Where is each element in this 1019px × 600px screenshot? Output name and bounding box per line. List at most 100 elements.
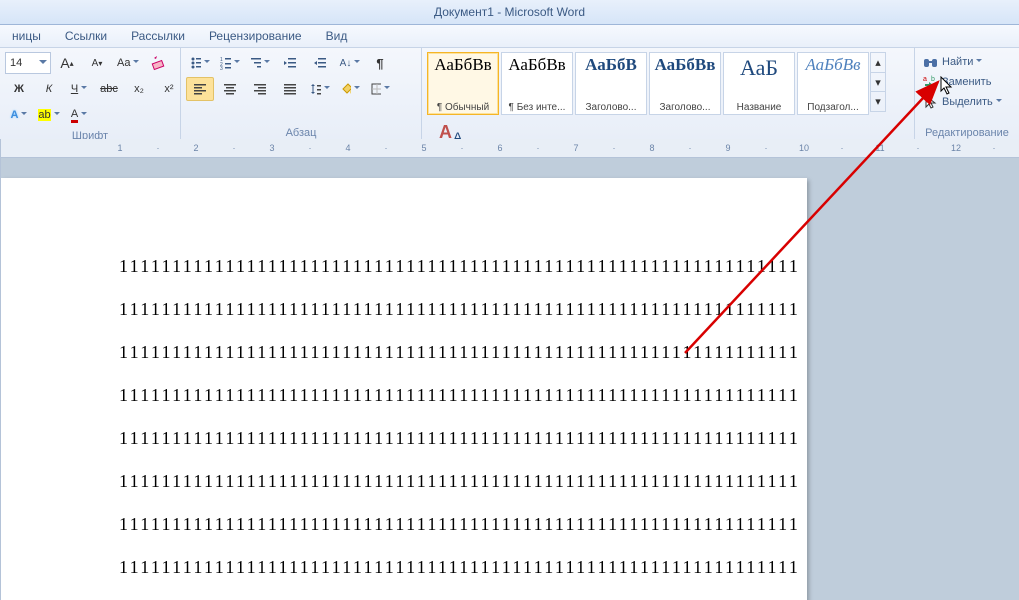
text-line[interactable]: 1111111111111111111111111111111111111111…: [119, 299, 712, 320]
styles-scroll-up[interactable]: ▴: [871, 53, 885, 72]
style-sample: АаБбВ: [585, 55, 637, 75]
style-0[interactable]: АаБбВв ¶ Обычный: [427, 52, 499, 115]
group-font: 14 A▴ A▾ Aa Ж К Ч abc x₂ x² A ab A: [0, 48, 181, 140]
numbering-button[interactable]: 123: [216, 51, 244, 75]
group-paragraph: 123 A↓ ¶ Абзац: [181, 48, 422, 140]
style-name: Подзагол...: [800, 102, 866, 113]
shading-button[interactable]: [336, 77, 364, 101]
italic-button[interactable]: К: [35, 77, 63, 101]
text-line[interactable]: 1111111111111111111111111111111111111111…: [119, 428, 712, 449]
style-name: ¶ Без инте...: [504, 102, 570, 113]
align-center-button[interactable]: [216, 77, 244, 101]
show-marks-button[interactable]: ¶: [366, 51, 394, 75]
style-name: Заголово...: [652, 102, 718, 113]
align-justify-icon: [283, 82, 297, 96]
document-workspace: 1·2·3·4·5·6·7·8·9·10·11·12·13·14·15·16·1…: [0, 139, 1019, 600]
group-styles: АаБбВв ¶ Обычный АаБбВв ¶ Без инте... АаБбВ З…: [422, 48, 915, 140]
superscript-button[interactable]: x²: [155, 77, 183, 101]
grow-font-button[interactable]: A▴: [53, 51, 81, 75]
text-line[interactable]: 1111111111111111111111111111111111111111…: [119, 385, 712, 406]
select-button[interactable]: Выделить: [919, 92, 1006, 112]
line-spacing-button[interactable]: [306, 77, 334, 101]
style-sample: АаБ: [740, 55, 778, 81]
bullets-icon: [190, 56, 201, 70]
tab-view[interactable]: Вид: [314, 29, 360, 43]
style-3[interactable]: АаБбВвЗаголово...: [649, 52, 721, 115]
page-scroll-area[interactable]: 1111111111111111111111111111111111111111…: [1, 158, 1019, 600]
numbering-icon: 123: [220, 56, 231, 70]
window-title: Документ1 - Microsoft Word: [0, 5, 1019, 19]
tab-review[interactable]: Рецензирование: [197, 29, 314, 43]
align-justify-button[interactable]: [276, 77, 304, 101]
style-sample: АаБбВв: [434, 55, 491, 75]
group-editing-label: Редактирование: [919, 125, 1015, 140]
change-case-button[interactable]: Aa: [113, 51, 143, 75]
text-line[interactable]: 1111111111111111111111111111111111111111…: [119, 256, 712, 277]
align-right-icon: [253, 82, 267, 96]
eraser-icon: [151, 55, 167, 71]
select-label: Выделить: [942, 96, 993, 108]
ribbon: 14 A▴ A▾ Aa Ж К Ч abc x₂ x² A ab A: [0, 48, 1019, 141]
style-2[interactable]: АаБбВ Заголово...: [575, 52, 647, 115]
bold-button[interactable]: Ж: [5, 77, 33, 101]
find-button[interactable]: Найти: [919, 52, 1006, 72]
style-sample: АаБбВв: [806, 55, 861, 75]
replace-icon: ab: [923, 74, 939, 90]
line-spacing-icon: [310, 82, 321, 96]
tab-references[interactable]: Ссылки: [53, 29, 119, 43]
style-1[interactable]: АаБбВв ¶ Без инте...: [501, 52, 573, 115]
styles-gallery[interactable]: АаБбВв ¶ Обычный АаБбВв ¶ Без инте... АаБбВ З…: [426, 50, 870, 115]
text-line[interactable]: 1111111111111111111111111111111111111111…: [119, 557, 712, 578]
styles-expand[interactable]: ▾: [871, 91, 885, 111]
style-name: ¶ Обычный: [430, 102, 496, 113]
indent-icon: [313, 56, 327, 70]
tab-page-layout-partial[interactable]: ницы: [0, 29, 53, 43]
shrink-font-button[interactable]: A▾: [83, 51, 111, 75]
style-4[interactable]: АаБ Название: [723, 52, 795, 115]
find-label: Найти: [942, 56, 973, 68]
group-editing: Найти ab Заменить Выделить Редактировани…: [915, 48, 1019, 140]
clear-formatting-button[interactable]: [145, 51, 173, 75]
text-line[interactable]: 1111111111111111111111111111111111111111…: [119, 342, 712, 363]
indent-decrease-button[interactable]: [276, 51, 304, 75]
document-page[interactable]: 1111111111111111111111111111111111111111…: [1, 178, 807, 600]
style-name: Заголово...: [578, 102, 644, 113]
style-name: Название: [726, 102, 792, 113]
binoculars-icon: [923, 54, 939, 70]
replace-label: Заменить: [942, 76, 991, 88]
group-paragraph-label: Абзац: [185, 125, 417, 140]
align-right-button[interactable]: [246, 77, 274, 101]
indent-increase-button[interactable]: [306, 51, 334, 75]
align-left-icon: [193, 82, 207, 96]
title-bar: Документ1 - Microsoft Word: [0, 0, 1019, 25]
text-line[interactable]: 1111111111111111111111111111111111111111…: [119, 514, 712, 535]
borders-button[interactable]: [366, 77, 394, 101]
align-left-button[interactable]: [186, 77, 214, 101]
bullets-button[interactable]: [186, 51, 214, 75]
outdent-icon: [283, 56, 297, 70]
font-color-button[interactable]: A: [65, 103, 93, 127]
highlight-button[interactable]: ab: [35, 103, 63, 127]
subscript-button[interactable]: x₂: [125, 77, 153, 101]
cursor-icon: [923, 94, 939, 110]
tab-mailings[interactable]: Рассылки: [119, 29, 197, 43]
style-5[interactable]: АаБбВв Подзагол...: [797, 52, 869, 115]
styles-scroll-down[interactable]: ▾: [871, 72, 885, 92]
font-size-select[interactable]: 14: [5, 52, 51, 74]
style-sample: АаБбВв: [508, 55, 565, 75]
replace-button[interactable]: ab Заменить: [919, 72, 1006, 92]
text-line[interactable]: 1111111111111111111111111111111111111111…: [119, 471, 712, 492]
borders-icon: [370, 82, 381, 96]
ribbon-tabs: ницы Ссылки Рассылки Рецензирование Вид: [0, 25, 1019, 48]
multilevel-icon: [250, 56, 261, 70]
sort-button[interactable]: A↓: [336, 51, 364, 75]
multilevel-button[interactable]: [246, 51, 274, 75]
font-size-value: 14: [10, 57, 22, 69]
paint-bucket-icon: [340, 82, 351, 96]
text-effects-button[interactable]: A: [5, 103, 33, 127]
svg-text:a: a: [923, 76, 927, 83]
strike-button[interactable]: abc: [95, 77, 123, 101]
align-center-icon: [223, 82, 237, 96]
ruler-horizontal[interactable]: 1·2·3·4·5·6·7·8·9·10·11·12·13·14·15·16·1…: [1, 139, 1019, 158]
underline-button[interactable]: Ч: [65, 77, 93, 101]
